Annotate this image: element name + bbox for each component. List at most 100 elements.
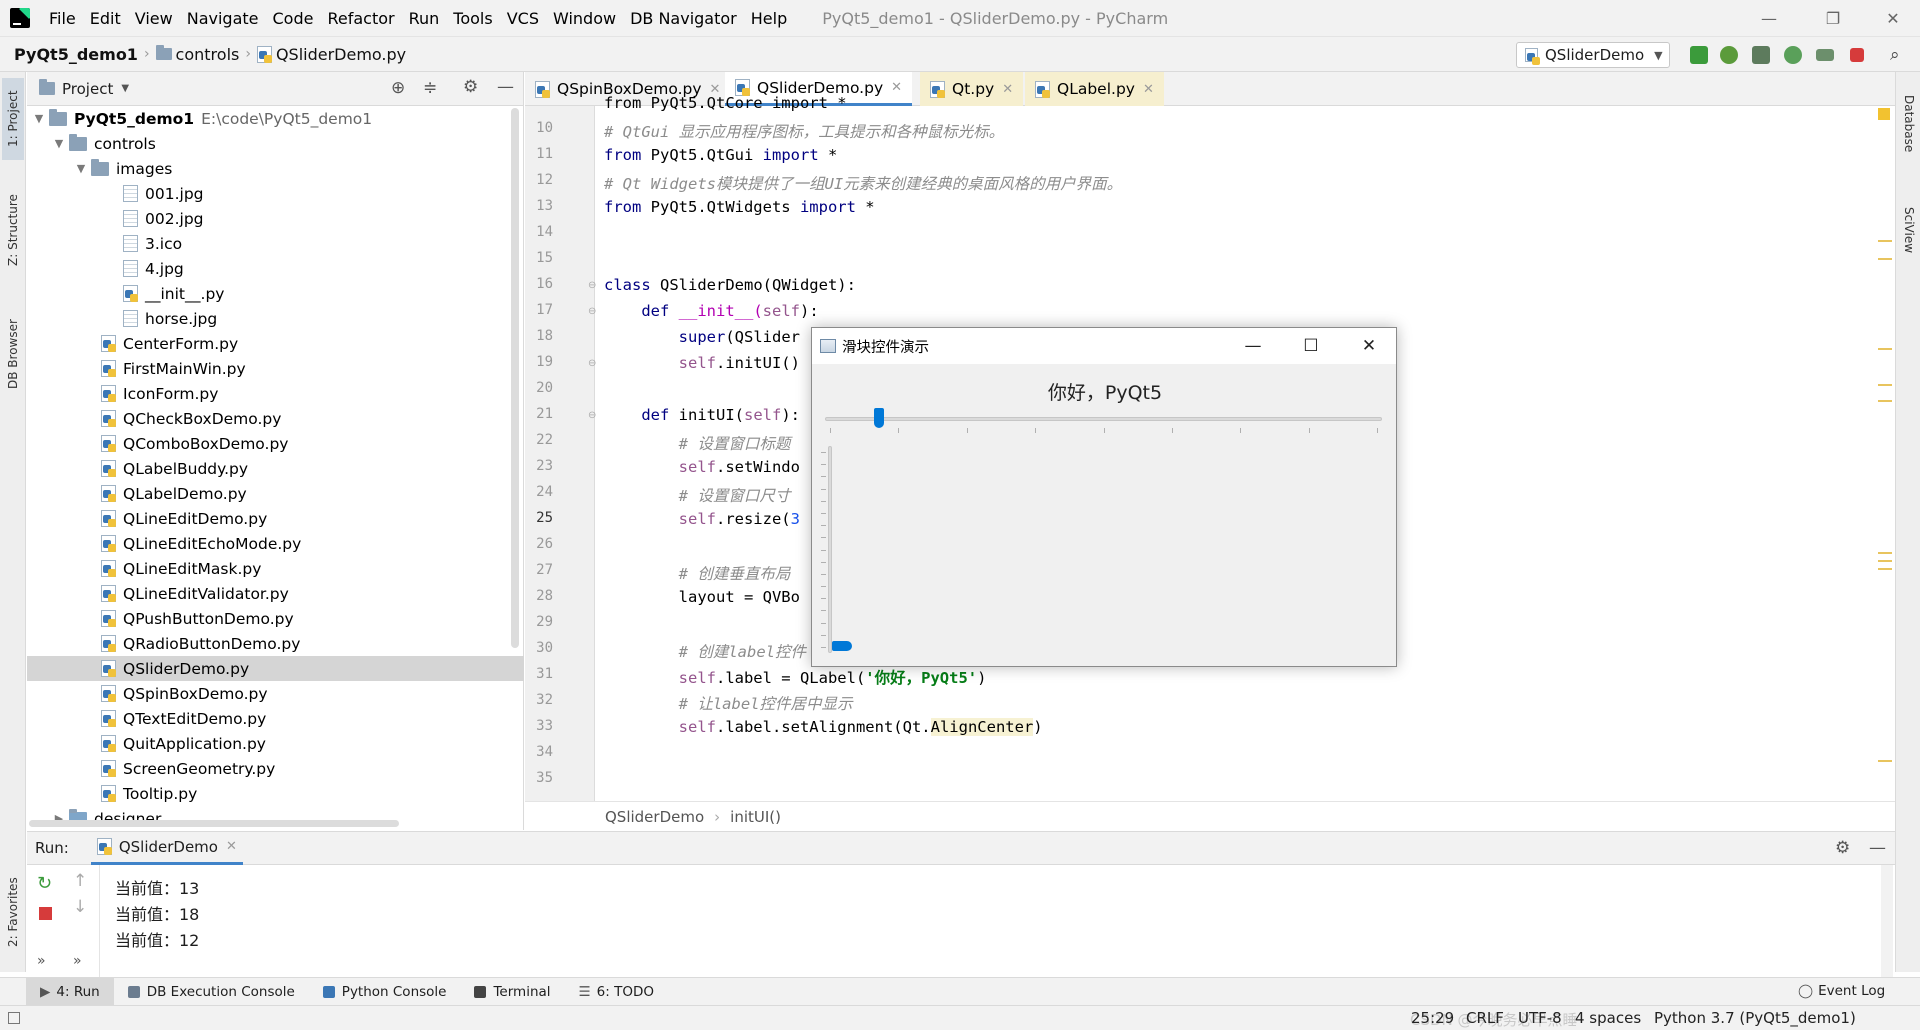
bottom-tab-python-console[interactable]: Python Console <box>309 978 461 1006</box>
console-scrollbar[interactable] <box>1881 865 1893 977</box>
menu-help[interactable]: Help <box>744 9 794 28</box>
close-icon[interactable]: ✕ <box>891 80 902 95</box>
tree-file[interactable]: QTextEditDemo.py <box>101 706 266 731</box>
breadcrumb-project[interactable]: PyQt5_demo1 <box>14 45 138 64</box>
menu-tools[interactable]: Tools <box>446 9 499 28</box>
tree-file[interactable]: QuitApplication.py <box>101 731 266 756</box>
tree-file[interactable]: 4.jpg <box>123 256 184 281</box>
menu-vcs[interactable]: VCS <box>500 9 546 28</box>
tab-sciview[interactable]: SciView <box>1898 190 1920 270</box>
menu-window[interactable]: Window <box>546 9 623 28</box>
tree-file[interactable]: QLineEditMask.py <box>101 556 261 581</box>
close-icon[interactable]: ✕ <box>226 839 237 854</box>
breadcrumb-file[interactable]: QSliderDemo.py <box>276 45 406 64</box>
profile-icon[interactable] <box>1784 46 1802 64</box>
tree-file[interactable]: QLineEditEchoMode.py <box>101 531 301 556</box>
event-log-button[interactable]: ◯ Event Log <box>1798 983 1885 999</box>
horizontal-slider-groove[interactable] <box>825 417 1382 421</box>
concurrency-icon[interactable] <box>1816 49 1834 61</box>
tree-file[interactable]: ScreenGeometry.py <box>101 756 275 781</box>
qt-close-button[interactable]: ✕ <box>1340 328 1398 364</box>
qt-minimize-button[interactable]: — <box>1224 328 1282 364</box>
menu-db-navigator[interactable]: DB Navigator <box>623 9 744 28</box>
hide-panel-icon[interactable]: — <box>1869 838 1886 858</box>
search-icon[interactable]: ⌕ <box>1890 45 1900 65</box>
menu-navigate[interactable]: Navigate <box>180 9 266 28</box>
tree-file[interactable]: horse.jpg <box>123 306 217 331</box>
project-scrollbar[interactable] <box>511 108 519 648</box>
error-stripe-mark[interactable] <box>1878 348 1892 350</box>
tab-favorites[interactable]: 2: Favorites <box>2 862 24 962</box>
close-icon[interactable]: ✕ <box>1143 82 1154 97</box>
tree-file-selected[interactable]: QSliderDemo.py <box>27 656 524 681</box>
more-icon[interactable]: » <box>37 953 46 969</box>
tree-file[interactable]: QLineEditValidator.py <box>101 581 289 606</box>
bottom-tab-todo[interactable]: ☰ 6: TODO <box>565 978 668 1006</box>
tree-file[interactable]: QSpinBoxDemo.py <box>101 681 268 706</box>
editor-tab[interactable]: Qt.py ✕ <box>920 72 1024 106</box>
tree-file[interactable]: QLabelBuddy.py <box>101 456 248 481</box>
tree-file[interactable]: CenterForm.py <box>101 331 238 356</box>
file-encoding[interactable]: UTF-8 <box>1518 1009 1562 1027</box>
vertical-slider-handle[interactable] <box>832 641 852 651</box>
error-stripe-mark[interactable] <box>1878 568 1892 570</box>
chevron-down-icon[interactable]: ▼ <box>121 83 129 94</box>
bottom-tab-run[interactable]: ▶ 4: Run <box>26 977 114 1006</box>
tree-file[interactable]: QPushButtonDemo.py <box>101 606 294 631</box>
tab-structure[interactable]: Z: Structure <box>2 182 24 278</box>
tree-file[interactable]: 001.jpg <box>123 181 204 206</box>
error-stripe-mark[interactable] <box>1878 258 1892 260</box>
menu-run[interactable]: Run <box>402 9 447 28</box>
tree-root[interactable]: ▼ PyQt5_demo1 E:\code\PyQt5_demo1 <box>31 106 372 131</box>
tree-folder-controls[interactable]: ▼ controls <box>51 131 156 156</box>
arrow-down-icon[interactable]: ↓ <box>73 897 87 917</box>
project-view-select[interactable]: Project <box>62 80 113 98</box>
run-console[interactable]: ↻ » ↑ ↓ » 当前值：13 当前值：18 当前值：12 <box>27 865 1895 977</box>
debug-icon[interactable] <box>1720 46 1738 64</box>
horizontal-slider-handle[interactable] <box>874 408 885 428</box>
stop-icon[interactable] <box>39 907 52 920</box>
tree-folder-designer[interactable]: ▶ designer <box>51 806 161 831</box>
run-configuration-select[interactable]: QSliderDemo ▼ <box>1516 42 1670 68</box>
tree-file[interactable]: 3.ico <box>123 231 182 256</box>
minimize-button[interactable]: — <box>1746 0 1792 36</box>
error-stripe-mark[interactable] <box>1878 552 1892 554</box>
tree-folder-images[interactable]: ▼ images <box>73 156 172 181</box>
tab-project[interactable]: 1: Project <box>2 78 24 160</box>
tab-db-browser[interactable]: DB Browser <box>2 304 24 404</box>
tree-file[interactable]: FirstMainWin.py <box>101 356 246 381</box>
run-icon[interactable] <box>1690 46 1708 64</box>
tree-file[interactable]: __init__.py <box>123 281 224 306</box>
caret-position[interactable]: 25:29 <box>1411 1009 1454 1027</box>
vertical-slider-groove[interactable] <box>828 446 832 653</box>
qt-window-titlebar[interactable]: 滑块控件演示 — ☐ ✕ <box>812 328 1396 364</box>
menu-edit[interactable]: Edit <box>83 9 128 28</box>
close-button[interactable]: ✕ <box>1870 0 1916 36</box>
tree-file[interactable]: QCheckBoxDemo.py <box>101 406 281 431</box>
code-breadcrumb-class[interactable]: QSliderDemo <box>605 808 704 826</box>
tree-file[interactable]: QLabelDemo.py <box>101 481 247 506</box>
menu-file[interactable]: File <box>42 9 83 28</box>
tree-file[interactable]: Tooltip.py <box>101 781 197 806</box>
bottom-tab-db-console[interactable]: DB Execution Console <box>114 978 309 1006</box>
python-interpreter[interactable]: Python 3.7 (PyQt5_demo1) <box>1654 1009 1856 1027</box>
coverage-icon[interactable] <box>1752 46 1770 64</box>
error-stripe-mark[interactable] <box>1878 760 1892 762</box>
stop-icon[interactable] <box>1850 48 1864 62</box>
line-separator[interactable]: CRLF <box>1466 1009 1504 1027</box>
error-stripe-mark[interactable] <box>1878 400 1892 402</box>
tree-file[interactable]: 002.jpg <box>123 206 204 231</box>
menu-view[interactable]: View <box>128 9 180 28</box>
hide-panel-icon[interactable]: — <box>497 77 514 97</box>
tree-file[interactable]: QRadioButtonDemo.py <box>101 631 300 656</box>
gear-icon[interactable]: ⚙ <box>1835 838 1850 858</box>
locate-icon[interactable]: ⊕ <box>391 78 405 98</box>
editor-tab[interactable]: QLabel.py ✕ <box>1025 72 1164 106</box>
project-horizontal-scrollbar[interactable] <box>29 820 399 827</box>
close-icon[interactable]: ✕ <box>1002 82 1013 97</box>
warning-indicator-icon[interactable] <box>1878 108 1890 120</box>
menu-code[interactable]: Code <box>266 9 321 28</box>
tree-file[interactable]: QLineEditDemo.py <box>101 506 267 531</box>
rerun-icon[interactable]: ↻ <box>37 873 52 894</box>
bottom-tab-terminal[interactable]: Terminal <box>460 978 564 1006</box>
